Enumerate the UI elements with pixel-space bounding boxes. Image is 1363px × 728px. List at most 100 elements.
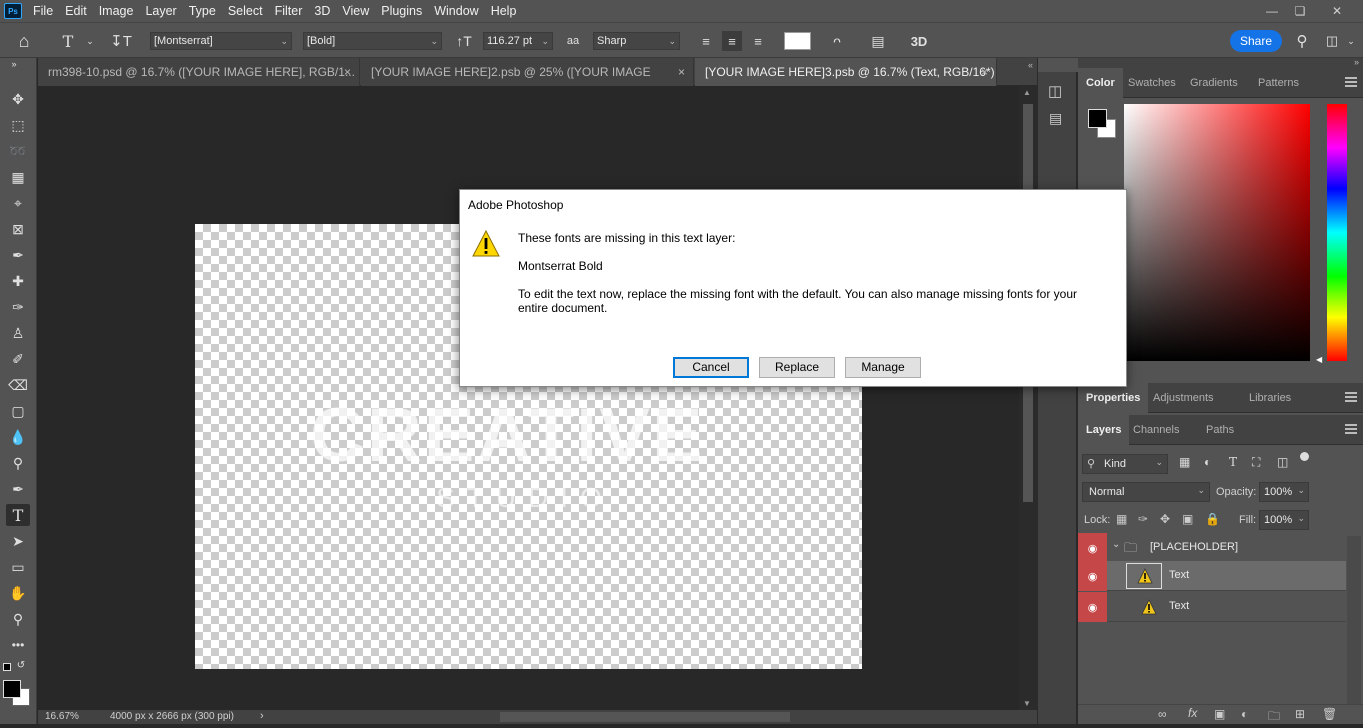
lock-all-icon[interactable]: 🔒	[1205, 512, 1220, 526]
adjustment-layer-icon[interactable]: ◐	[1241, 707, 1248, 721]
brush-tool-icon[interactable]: ✑	[6, 296, 30, 318]
link-layers-icon[interactable]: ∞	[1158, 707, 1167, 721]
layer-row-text-selected[interactable]: ◉ Text	[1078, 561, 1346, 591]
collapse-toolbar-icon[interactable]: »	[2, 58, 26, 70]
delete-layer-icon[interactable]: 🗑	[1322, 707, 1337, 721]
color-picker-field[interactable]	[1124, 104, 1310, 361]
tab-swatches[interactable]: Swatches	[1120, 68, 1184, 98]
chevron-down-icon[interactable]: ⌄	[80, 31, 100, 51]
menu-plugins[interactable]: Plugins	[375, 0, 428, 22]
close-icon[interactable]: ×	[981, 58, 988, 86]
close-icon[interactable]: ✕	[1320, 0, 1354, 22]
layer-row-text[interactable]: ◉ Text	[1078, 592, 1346, 622]
filter-adjustment-icon[interactable]: ◐	[1204, 455, 1211, 469]
layer-style-icon[interactable]: fx	[1188, 706, 1197, 720]
path-selection-tool-icon[interactable]: ➤	[6, 530, 30, 552]
filter-toggle-icon[interactable]	[1300, 452, 1309, 461]
search-icon[interactable]: ⚲	[1292, 31, 1312, 51]
filter-type-icon[interactable]: T	[1229, 455, 1237, 469]
tab-color[interactable]: Color	[1078, 68, 1123, 98]
layers-scrollbar[interactable]	[1347, 536, 1361, 706]
tab-document-2[interactable]: [YOUR IMAGE HERE]2.psb @ 25% ([YOUR IMAG…	[361, 58, 694, 107]
close-icon[interactable]: ×	[344, 58, 351, 86]
font-style-select[interactable]: [Bold] ⌄	[303, 32, 442, 50]
close-icon[interactable]: ×	[678, 58, 685, 86]
align-left-icon[interactable]: ≡	[696, 31, 716, 51]
vertical-scrollbar[interactable]: ▲ ▼	[1019, 86, 1037, 710]
object-selection-tool-icon[interactable]: ▦	[6, 166, 30, 188]
blur-tool-icon[interactable]: 💧	[6, 426, 30, 448]
status-menu-arrow[interactable]: ›	[260, 710, 264, 722]
text-orientation-icon[interactable]: ↧T	[110, 31, 132, 51]
tab-adjustments[interactable]: Adjustments	[1145, 383, 1222, 413]
font-family-select[interactable]: [Montserrat] ⌄	[150, 32, 292, 50]
foreground-color-chip[interactable]	[1088, 109, 1107, 128]
zoom-level[interactable]: 16.67%	[45, 711, 79, 722]
lock-image-icon[interactable]: ✑	[1138, 512, 1148, 526]
eraser-tool-icon[interactable]: ⌫	[6, 374, 30, 396]
menu-layer[interactable]: Layer	[139, 0, 182, 22]
visibility-eye-icon[interactable]: ◉	[1078, 592, 1107, 622]
share-button[interactable]: Share	[1230, 30, 1282, 52]
healing-brush-tool-icon[interactable]: ✚	[6, 270, 30, 292]
eyedropper-tool-icon[interactable]: ✒	[6, 244, 30, 266]
panel-menu-icon[interactable]	[1345, 424, 1357, 434]
character-panel-icon[interactable]: ▤	[868, 31, 888, 51]
scroll-up-icon[interactable]: ▲	[1023, 88, 1031, 97]
comments-panel-icon[interactable]: ▤	[1049, 110, 1062, 127]
3d-button[interactable]: 3D	[906, 31, 932, 51]
type-tool-preset-icon[interactable]: T	[58, 31, 78, 51]
tab-patterns[interactable]: Patterns	[1250, 68, 1307, 98]
foreground-color-swatch[interactable]	[3, 680, 21, 698]
history-brush-tool-icon[interactable]: ✐	[6, 348, 30, 370]
layer-row-group[interactable]: ◉ ⌄ 🗀 [PLACEHOLDER]	[1078, 533, 1346, 563]
tab-channels[interactable]: Channels	[1125, 415, 1187, 445]
fill-input[interactable]: 100% ⌄	[1259, 510, 1309, 530]
menu-type[interactable]: Type	[183, 0, 222, 22]
panel-menu-icon[interactable]	[1345, 77, 1357, 87]
panel-menu-icon[interactable]	[1345, 392, 1357, 402]
antialias-select[interactable]: Sharp ⌄	[593, 32, 680, 50]
collapse-panels-icon[interactable]: «	[1028, 60, 1033, 70]
rectangle-tool-icon[interactable]: ▭	[6, 556, 30, 578]
marquee-tool-icon[interactable]: ⬚	[6, 114, 30, 136]
filter-shape-icon[interactable]: ⛶	[1252, 455, 1260, 470]
text-color-swatch[interactable]	[784, 32, 811, 50]
workspace-icon[interactable]: ◫	[1322, 31, 1342, 51]
cancel-button[interactable]: Cancel	[673, 357, 749, 378]
filter-smart-object-icon[interactable]: ◫	[1277, 455, 1288, 469]
opacity-input[interactable]: 100% ⌄	[1259, 482, 1309, 502]
visibility-eye-icon[interactable]: ◉	[1078, 533, 1107, 563]
gradient-tool-icon[interactable]: ▢	[6, 400, 30, 422]
hue-slider-handle-icon[interactable]: ◀	[1316, 355, 1322, 364]
menu-select[interactable]: Select	[222, 0, 269, 22]
scroll-down-icon[interactable]: ▼	[1023, 699, 1031, 708]
menu-edit[interactable]: Edit	[59, 0, 93, 22]
menu-3d[interactable]: 3D	[308, 0, 336, 22]
restore-icon[interactable]: ❏	[1283, 0, 1317, 22]
frame-tool-icon[interactable]: ⊠	[6, 218, 30, 240]
history-panel-icon[interactable]: ◫	[1048, 82, 1062, 100]
layer-filter-select[interactable]: ⚲ Kind ⌄	[1082, 454, 1168, 474]
align-center-icon[interactable]: ≡	[722, 31, 742, 51]
hue-slider[interactable]	[1327, 104, 1347, 361]
lock-artboard-icon[interactable]: ▣	[1182, 512, 1193, 526]
replace-button[interactable]: Replace	[759, 357, 835, 378]
align-right-icon[interactable]: ≡	[748, 31, 768, 51]
tab-properties[interactable]: Properties	[1078, 383, 1149, 413]
zoom-tool-icon[interactable]: ⚲	[6, 608, 30, 630]
default-colors-icon[interactable]	[3, 663, 11, 671]
crop-tool-icon[interactable]: ⌖	[6, 192, 30, 214]
lasso-tool-icon[interactable]: ➿	[6, 140, 30, 162]
tab-libraries[interactable]: Libraries	[1241, 383, 1299, 413]
tab-layers[interactable]: Layers	[1078, 415, 1130, 445]
chevron-down-icon[interactable]: ⌄	[1341, 31, 1361, 51]
font-size-input[interactable]: 116.27 pt ⌄	[483, 32, 553, 50]
hand-tool-icon[interactable]: ✋	[6, 582, 30, 604]
tab-document-1[interactable]: rm398-10.psd @ 16.7% ([YOUR IMAGE HERE],…	[38, 58, 360, 86]
tab-document-3[interactable]: [YOUR IMAGE HERE]3.psb @ 16.7% (Text, RG…	[695, 58, 997, 86]
chevron-down-icon[interactable]: ⌄	[1112, 539, 1120, 550]
tab-gradients[interactable]: Gradients	[1182, 68, 1246, 98]
manage-button[interactable]: Manage	[845, 357, 921, 378]
pen-tool-icon[interactable]: ✒	[6, 478, 30, 500]
